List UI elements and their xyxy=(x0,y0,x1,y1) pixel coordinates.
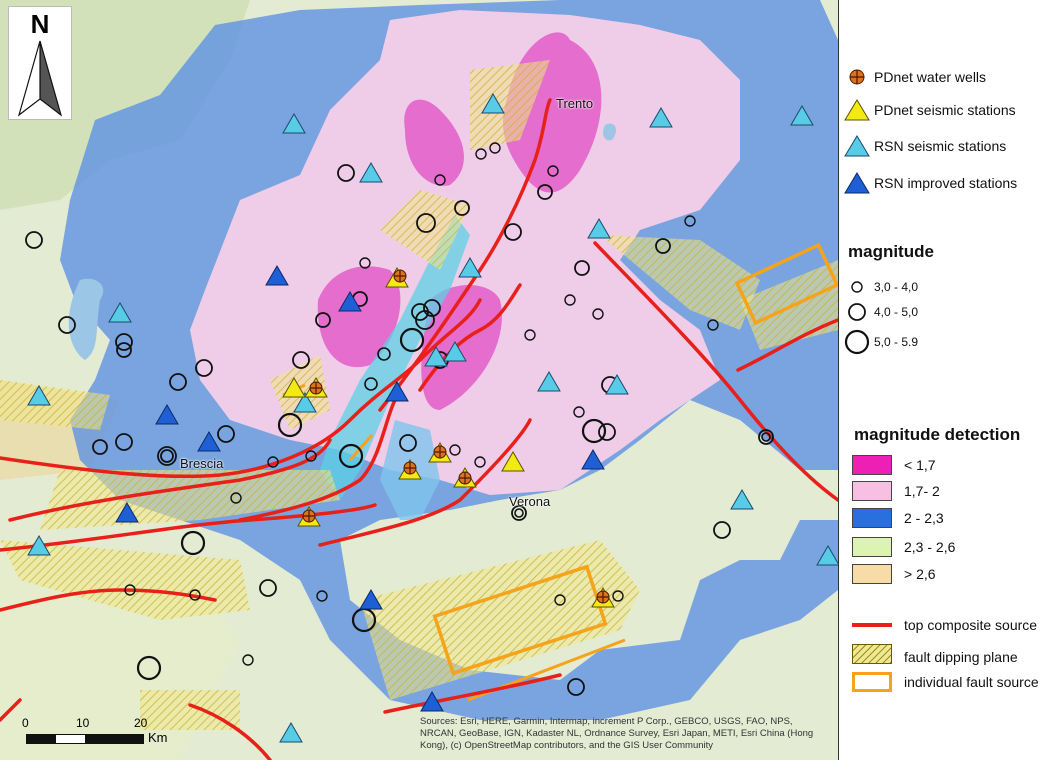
legend-item-water-wells: PDnet water wells xyxy=(840,68,986,86)
legend-item-magnitude-small: 3,0 - 4,0 xyxy=(840,275,918,299)
north-arrow-icon xyxy=(17,40,63,117)
legend-item-composite-source: top composite source xyxy=(840,617,1037,633)
orange-box-icon xyxy=(852,672,892,692)
swatch xyxy=(852,455,892,475)
water-well-icon xyxy=(840,68,874,86)
legend-item-rsn-improved: RSN improved stations xyxy=(840,172,1017,194)
legend-label: PDnet seismic stations xyxy=(874,102,1016,118)
legend-item-magnitude-large: 5,0 - 5.9 xyxy=(840,329,918,355)
north-arrow-label: N xyxy=(30,9,50,39)
map-layers xyxy=(0,0,838,760)
legend-item-detection-lt17: < 1,7 xyxy=(840,455,936,475)
legend-item-magnitude-medium: 4,0 - 5,0 xyxy=(840,300,918,324)
legend-item-rsn-stations: RSN seismic stations xyxy=(840,135,1006,157)
swatch xyxy=(852,537,892,557)
scale-unit: Km xyxy=(148,730,168,745)
legend-label: 5,0 - 5.9 xyxy=(874,335,919,349)
cyan-triangle-icon xyxy=(840,135,874,157)
legend-label: RSN improved stations xyxy=(874,175,1018,191)
legend-label: 2,3 - 2,6 xyxy=(904,539,956,555)
swatch xyxy=(852,481,892,501)
legend-label: fault dipping plane xyxy=(904,648,1018,665)
map-canvas[interactable]: Trento Brescia Verona N 0 10 20 Km Sourc… xyxy=(0,0,839,760)
legend-label: 4,0 - 5,0 xyxy=(874,305,919,319)
legend-label: PDnet water wells xyxy=(874,69,987,85)
hatched-box-icon xyxy=(852,644,892,669)
legend-label: < 1,7 xyxy=(904,457,936,473)
swatch xyxy=(852,564,892,584)
swatch xyxy=(852,508,892,528)
scale-tick-10: 10 xyxy=(76,716,90,730)
yellow-triangle-icon xyxy=(840,99,874,121)
place-label-trento: Trento xyxy=(556,96,594,111)
scale-tick-0: 0 xyxy=(22,716,29,730)
large-circle-icon xyxy=(840,329,874,355)
legend-item-detection-gt26: > 2,6 xyxy=(840,564,936,584)
north-arrow: N xyxy=(8,6,72,120)
legend-item-detection-23-26: 2,3 - 2,6 xyxy=(840,537,955,557)
legend-label: top composite source xyxy=(904,617,1038,633)
map-attribution: Sources: Esri, HERE, Garmin, Intermap, i… xyxy=(420,716,814,751)
map-legend: PDnet water wells PDnet seismic stations… xyxy=(840,0,1052,760)
legend-detection-title: magnitude detection xyxy=(854,425,1021,444)
medium-circle-icon xyxy=(840,300,874,324)
small-circle-icon xyxy=(840,275,874,299)
place-label-brescia: Brescia xyxy=(180,456,224,471)
legend-label: 2 - 2,3 xyxy=(904,510,944,526)
legend-magnitude-title: magnitude xyxy=(848,242,934,261)
scale-bar-track xyxy=(26,734,144,744)
legend-label: individual fault source xyxy=(904,674,1039,690)
place-label-verona: Verona xyxy=(509,494,551,509)
legend-label: 1,7- 2 xyxy=(904,483,940,499)
legend-label: > 2,6 xyxy=(904,566,936,582)
legend-item-detection-17-2: 1,7- 2 xyxy=(840,481,940,501)
scale-bar: 0 10 20 Km xyxy=(20,716,190,752)
legend-item-pdnet-stations: PDnet seismic stations xyxy=(840,99,1016,121)
legend-label: 3,0 - 4,0 xyxy=(874,280,919,294)
legend-item-fault-plane: fault dipping plane xyxy=(840,644,1018,669)
red-line-icon xyxy=(852,623,892,627)
scale-tick-20: 20 xyxy=(134,716,148,730)
legend-item-detection-2-23: 2 - 2,3 xyxy=(840,508,944,528)
legend-item-fault-source: individual fault source xyxy=(840,672,1039,692)
legend-label: RSN seismic stations xyxy=(874,138,1007,154)
blue-triangle-icon xyxy=(840,172,874,194)
